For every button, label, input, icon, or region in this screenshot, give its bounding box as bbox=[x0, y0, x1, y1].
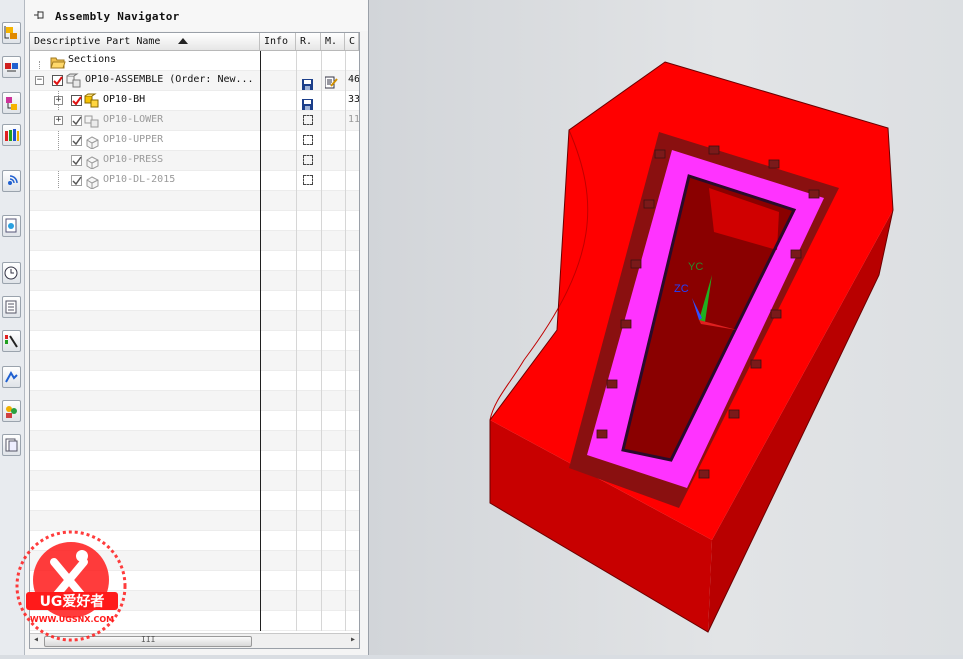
system-scenes-icon[interactable] bbox=[2, 434, 21, 456]
empty-row bbox=[30, 291, 359, 311]
assembly-navigator-icon[interactable] bbox=[2, 22, 21, 44]
visibility-checkbox[interactable] bbox=[71, 115, 82, 126]
svg-text:UG爱好者: UG爱好者 bbox=[40, 593, 105, 610]
tree-row-op10-bh[interactable]: + OP10-BH 33 bbox=[30, 91, 359, 111]
sort-ascending-icon bbox=[178, 38, 188, 44]
empty-row bbox=[30, 391, 359, 411]
save-icon bbox=[302, 75, 313, 90]
empty-row bbox=[30, 351, 359, 371]
tree-row-op10-press[interactable]: OP10-PRESS bbox=[30, 151, 359, 171]
empty-row bbox=[30, 311, 359, 331]
column-m-label: M. bbox=[325, 36, 338, 47]
tree-row-label: OP10-DL-2015 bbox=[103, 174, 176, 185]
svg-text:WWW.UGSNX.COM: WWW.UGSNX.COM bbox=[30, 615, 114, 624]
pin-icon[interactable] bbox=[33, 9, 45, 24]
empty-row bbox=[30, 271, 359, 291]
manufacturing-wizard-icon[interactable] bbox=[2, 366, 21, 388]
part-navigator-icon[interactable] bbox=[2, 92, 21, 114]
scroll-right-icon[interactable]: ▸ bbox=[350, 634, 356, 645]
column-count[interactable]: C bbox=[345, 33, 359, 50]
tree-row-sections[interactable]: Sections bbox=[30, 51, 359, 71]
tree-row-op10-upper[interactable]: OP10-UPPER bbox=[30, 131, 359, 151]
collapse-icon[interactable]: − bbox=[35, 76, 44, 85]
scroll-grip-icon: III bbox=[141, 635, 156, 644]
column-read-only[interactable]: R. bbox=[296, 33, 321, 50]
column-divider[interactable] bbox=[296, 51, 297, 631]
column-c-label: C bbox=[349, 36, 356, 47]
graphics-window[interactable]: YC ZC bbox=[369, 0, 963, 655]
system-materials-icon[interactable] bbox=[2, 296, 21, 318]
empty-row bbox=[30, 251, 359, 271]
component-count: 11 bbox=[348, 114, 360, 125]
save-icon bbox=[302, 95, 313, 110]
empty-row bbox=[30, 431, 359, 451]
zc-axis-label: ZC bbox=[674, 283, 689, 295]
watermark-logo: UG爱好者 WWW.UGSNX.COM bbox=[12, 528, 130, 650]
not-loaded-icon bbox=[303, 115, 313, 125]
empty-row bbox=[30, 331, 359, 351]
not-loaded-icon bbox=[303, 135, 313, 145]
constraint-navigator-icon[interactable] bbox=[2, 56, 21, 78]
visibility-checkbox[interactable] bbox=[71, 95, 82, 106]
not-loaded-icon bbox=[303, 155, 313, 165]
column-info[interactable]: Info bbox=[260, 33, 296, 50]
navigator-title-bar: Assembly Navigator bbox=[25, 0, 368, 31]
tree-row-label: OP10-LOWER bbox=[103, 114, 164, 125]
visibility-checkbox[interactable] bbox=[71, 175, 82, 186]
tree-row-op10-dl-2015[interactable]: OP10-DL-2015 bbox=[30, 171, 359, 191]
expand-icon[interactable]: + bbox=[54, 96, 63, 105]
empty-row bbox=[30, 211, 359, 231]
tree-row-label: Sections bbox=[68, 54, 117, 65]
empty-row bbox=[30, 231, 359, 251]
visibility-checkbox[interactable] bbox=[71, 135, 82, 146]
tree-row-op10-lower[interactable]: + OP10-LOWER 11 bbox=[30, 111, 359, 131]
column-divider[interactable] bbox=[345, 51, 346, 631]
column-divider[interactable] bbox=[260, 51, 261, 631]
column-name-label: Descriptive Part Name bbox=[34, 36, 161, 47]
column-r-label: R. bbox=[300, 36, 313, 47]
empty-row bbox=[30, 491, 359, 511]
history-icon[interactable] bbox=[2, 262, 21, 284]
column-modified[interactable]: M. bbox=[321, 33, 345, 50]
component-count: 33 bbox=[348, 94, 360, 105]
die-model[interactable]: YC ZC bbox=[369, 0, 963, 655]
tree-row-label: OP10-ASSEMBLE (Order: New... bbox=[85, 74, 254, 85]
visibility-checkbox[interactable] bbox=[52, 75, 63, 86]
column-divider[interactable] bbox=[321, 51, 322, 631]
empty-row bbox=[30, 411, 359, 431]
subassembly-icon bbox=[84, 93, 100, 112]
roles-icon[interactable] bbox=[2, 400, 21, 422]
tree-row-label: OP10-UPPER bbox=[103, 134, 164, 145]
tree-row-op10-assemble[interactable]: − OP10-ASSEMBLE (Order: New... 46 bbox=[30, 71, 359, 91]
web-browser-icon[interactable] bbox=[2, 215, 21, 237]
tree-row-label: OP10-PRESS bbox=[103, 154, 164, 165]
column-info-label: Info bbox=[264, 36, 289, 47]
empty-row bbox=[30, 451, 359, 471]
assembly-icon bbox=[66, 73, 82, 92]
hd3d-tools-icon[interactable] bbox=[2, 170, 21, 192]
component-count: 46 bbox=[348, 74, 360, 85]
visibility-checkbox[interactable] bbox=[71, 155, 82, 166]
process-studio-icon[interactable] bbox=[2, 330, 21, 352]
reuse-library-icon[interactable] bbox=[2, 124, 21, 146]
assembly-icon bbox=[84, 113, 100, 132]
yc-axis-label: YC bbox=[688, 261, 703, 273]
empty-row bbox=[30, 471, 359, 491]
not-loaded-icon bbox=[303, 175, 313, 185]
navigator-title: Assembly Navigator bbox=[55, 10, 180, 23]
column-descriptive-part-name[interactable]: Descriptive Part Name bbox=[30, 33, 260, 50]
column-header: Descriptive Part Name Info R. M. C bbox=[30, 33, 359, 51]
tree-row-label: OP10-BH bbox=[103, 94, 146, 105]
empty-row bbox=[30, 371, 359, 391]
expand-icon[interactable]: + bbox=[54, 116, 63, 125]
empty-row bbox=[30, 191, 359, 211]
